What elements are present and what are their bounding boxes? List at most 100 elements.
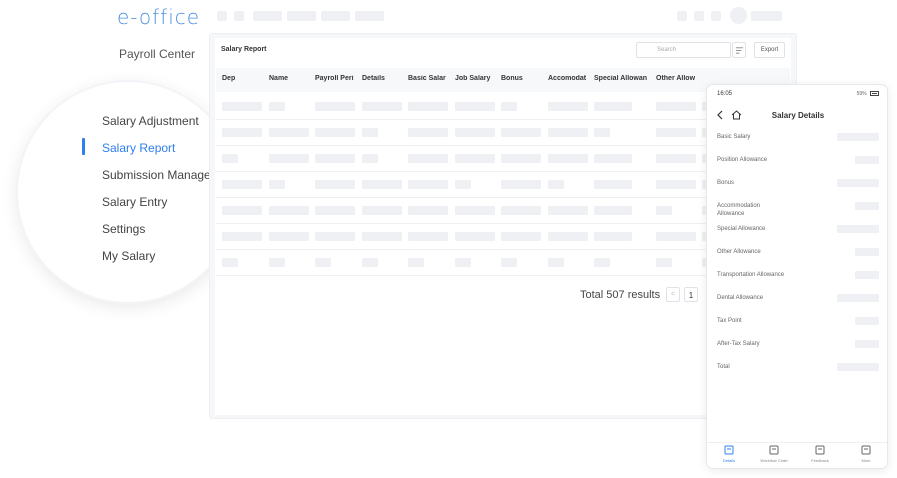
detail-value-placeholder [855, 317, 879, 325]
feedback-icon [815, 445, 825, 455]
filter-button[interactable] [732, 42, 746, 58]
table-cell-placeholder [594, 128, 610, 137]
pagination-page-button[interactable]: 1 [684, 287, 698, 302]
row-divider [216, 249, 790, 250]
tab-more[interactable]: More [846, 445, 886, 463]
detail-value-placeholder [855, 202, 879, 210]
detail-label: Accommodation Allowance [717, 203, 761, 217]
detail-value-placeholder [837, 294, 879, 302]
user-name-placeholder [751, 11, 782, 21]
top-action-placeholder [694, 11, 704, 21]
table-cell-placeholder [594, 258, 610, 267]
column-header[interactable]: Other Allow [656, 75, 698, 82]
row-divider [216, 145, 790, 146]
table-cell-placeholder [501, 206, 541, 215]
column-header[interactable]: Payroll Peri [315, 75, 357, 82]
detail-value-placeholder [855, 340, 879, 348]
table-cell-placeholder [269, 180, 285, 189]
column-header[interactable]: Details [362, 75, 402, 82]
table-cell-placeholder [501, 232, 541, 241]
table-cell-placeholder [656, 128, 696, 137]
table-cell-placeholder [501, 258, 517, 267]
table-cell-placeholder [455, 102, 495, 111]
export-button[interactable]: Export [754, 42, 785, 58]
detail-label: Dental Allowance [717, 295, 764, 301]
search-input[interactable]: Search [636, 42, 731, 58]
table-cell-placeholder [222, 128, 262, 137]
table-cell-placeholder [594, 102, 632, 111]
tab-workflow-chart[interactable]: Workflow Chart [754, 445, 794, 463]
table-cell-placeholder [455, 128, 495, 137]
table-cell-placeholder [362, 206, 402, 215]
column-header[interactable]: Accomodat [548, 75, 588, 82]
detail-label: After-Tax Salary [717, 341, 760, 347]
detail-label: Basic Salary [717, 134, 751, 140]
table-cell-placeholder [594, 154, 632, 163]
table-cell-placeholder [455, 258, 471, 267]
table-cell-placeholder [548, 102, 588, 111]
row-divider [216, 223, 790, 224]
table-cell-placeholder [656, 102, 696, 111]
sidebar-item-salary-report[interactable]: Salary Report [102, 141, 175, 155]
row-divider [216, 197, 790, 198]
avatar[interactable] [730, 7, 747, 24]
details-icon [724, 445, 734, 455]
table-cell-placeholder [269, 154, 309, 163]
column-header[interactable]: Bonus [501, 75, 541, 82]
mobile-preview: 16:05 59% Salary Details Basic Salary Pos… [706, 84, 888, 469]
table-cell-placeholder [362, 102, 402, 111]
table-cell-placeholder [656, 180, 696, 189]
app-logo[interactable]: e-office [117, 5, 200, 29]
battery-icon [870, 91, 879, 97]
table-cell-placeholder [501, 180, 541, 189]
tab-details[interactable]: Details [709, 445, 749, 463]
table-cell-placeholder [362, 128, 378, 137]
column-header[interactable]: Basic Salar [408, 75, 448, 82]
detail-label: Special Allowance [717, 226, 766, 232]
table-cell-placeholder [594, 180, 632, 189]
detail-label: Position Allowance [717, 157, 768, 163]
table-cell-placeholder [501, 102, 517, 111]
sidebar-item-settings[interactable]: Settings [102, 222, 145, 236]
column-header[interactable]: Name [269, 75, 309, 82]
column-header[interactable]: Special Allowan [594, 75, 650, 82]
sidebar-item-salary-entry[interactable]: Salary Entry [102, 195, 167, 209]
tab-feedback[interactable]: Feedback [800, 445, 840, 463]
table-cell-placeholder [501, 154, 541, 163]
column-header[interactable]: Job Salary [455, 75, 495, 82]
table-cell-placeholder [222, 232, 262, 241]
table-cell-placeholder [222, 180, 262, 189]
table-cell-placeholder [362, 180, 402, 189]
table-cell-placeholder [315, 206, 355, 215]
table-cell-placeholder [408, 206, 448, 215]
detail-value-placeholder [837, 363, 879, 371]
table-cell-placeholder [315, 180, 355, 189]
sidebar-item-my-salary[interactable]: My Salary [102, 249, 155, 263]
sidebar-item-salary-adjustment[interactable]: Salary Adjustment [102, 114, 199, 128]
tab-label: Feedback [811, 458, 829, 463]
detail-value-placeholder [855, 248, 879, 256]
table-cell-placeholder [269, 232, 309, 241]
table-cell-placeholder [408, 154, 448, 163]
table-cell-placeholder [548, 180, 564, 189]
table-cell-placeholder [656, 154, 696, 163]
table-cell-placeholder [455, 154, 495, 163]
table-cell-placeholder [408, 232, 448, 241]
table-cell-placeholder [362, 154, 378, 163]
table-cell-placeholder [362, 258, 378, 267]
detail-label: Bonus [717, 180, 735, 186]
top-nav-placeholder [234, 11, 244, 21]
detail-value-placeholder [837, 225, 879, 233]
pagination-prev-button[interactable]: < [666, 287, 680, 302]
column-header[interactable]: Dep [222, 75, 262, 82]
row-divider [216, 275, 790, 276]
row-divider [216, 119, 790, 120]
battery-level: 59% [856, 91, 867, 97]
table-cell-placeholder [315, 232, 355, 241]
table-cell-placeholder [656, 258, 672, 267]
detail-label: Total [717, 364, 730, 370]
detail-value-placeholder [855, 271, 879, 279]
table-cell-placeholder [315, 154, 355, 163]
table-cell-placeholder [548, 258, 564, 267]
tab-label: More [861, 458, 871, 463]
